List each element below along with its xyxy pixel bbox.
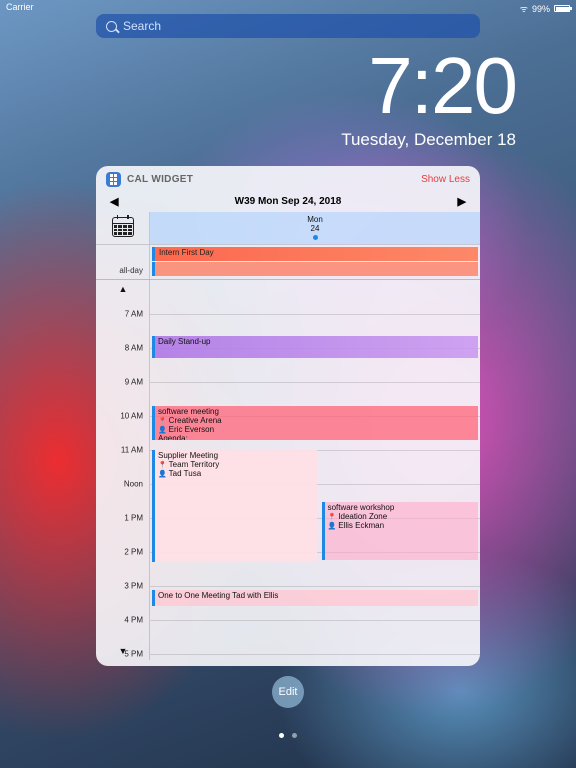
month-calendar-icon[interactable]: [112, 217, 134, 239]
hour-label: 1 PM: [124, 514, 143, 523]
widget-header: CAL WIDGET Show Less: [96, 166, 480, 193]
all-day-row: all-day Intern First Day: [96, 244, 480, 280]
all-day-event[interactable]: Intern First Day: [152, 247, 478, 261]
hour-label: 9 AM: [125, 378, 143, 387]
all-day-event[interactable]: [152, 262, 478, 276]
event-one-to-one[interactable]: One to One Meeting Tad with Ellis: [152, 590, 478, 606]
widget-title: CAL WIDGET: [127, 174, 193, 185]
battery-icon: [554, 5, 570, 12]
calendar-app-icon: [106, 172, 121, 187]
hour-label: 10 AM: [120, 412, 143, 421]
next-arrow-icon[interactable]: ▶: [458, 195, 466, 208]
search-placeholder: Search: [123, 19, 161, 33]
battery-pct: 99%: [532, 4, 550, 14]
lockscreen-clock: 7:20 Tuesday, December 18: [341, 46, 516, 150]
timeline-grid[interactable]: ▲ 7 AM 8 AM 9 AM 10 AM 11 AM Noon 1 PM 2…: [96, 280, 480, 660]
calendar-widget: CAL WIDGET Show Less ◀ W39 Mon Sep 24, 2…: [96, 166, 480, 666]
prev-arrow-icon[interactable]: ◀: [110, 195, 118, 208]
today-dot-icon: [313, 235, 318, 240]
clock-date: Tuesday, December 18: [341, 130, 516, 150]
clock-time: 7:20: [341, 46, 516, 126]
search-bar[interactable]: Search: [96, 14, 480, 38]
event-software-meeting[interactable]: software meeting Creative Arena Eric Eve…: [152, 406, 478, 440]
page-dot: [292, 733, 297, 738]
event-standup[interactable]: Daily Stand-up: [152, 336, 478, 358]
date-nav-row: ◀ W39 Mon Sep 24, 2018 ▶: [96, 193, 480, 212]
nav-title[interactable]: W39 Mon Sep 24, 2018: [235, 196, 342, 207]
edit-button[interactable]: Edit: [272, 676, 304, 708]
day-of-week: Mon: [150, 215, 480, 224]
wifi-icon: ᯤ: [520, 2, 528, 15]
all-day-label: all-day: [96, 245, 150, 279]
hour-label: 8 AM: [125, 344, 143, 353]
day-number: 24: [150, 224, 480, 233]
hour-label: 11 AM: [121, 446, 143, 455]
day-header-row: Mon 24: [96, 212, 480, 244]
page-dot-active: [279, 733, 284, 738]
hour-label: Noon: [124, 480, 143, 489]
hour-label: 3 PM: [124, 582, 143, 591]
search-icon: [106, 21, 117, 32]
hour-label: 2 PM: [124, 548, 143, 557]
event-software-workshop[interactable]: software workshop Ideation Zone Ellis Ec…: [322, 502, 478, 560]
scroll-down-icon[interactable]: ▼: [96, 646, 150, 656]
hour-label: 4 PM: [124, 616, 143, 625]
event-supplier-meeting[interactable]: Supplier Meeting Team Territory Tad Tusa: [152, 450, 317, 562]
scroll-up-icon[interactable]: ▲: [96, 284, 150, 294]
carrier-label: Carrier: [6, 2, 34, 15]
hour-label: 7 AM: [125, 310, 143, 319]
day-column-header[interactable]: Mon 24: [150, 212, 480, 244]
show-less-button[interactable]: Show Less: [421, 174, 470, 185]
page-indicator[interactable]: [279, 733, 297, 738]
time-gutter: ▲ 7 AM 8 AM 9 AM 10 AM 11 AM Noon 1 PM 2…: [96, 280, 150, 660]
